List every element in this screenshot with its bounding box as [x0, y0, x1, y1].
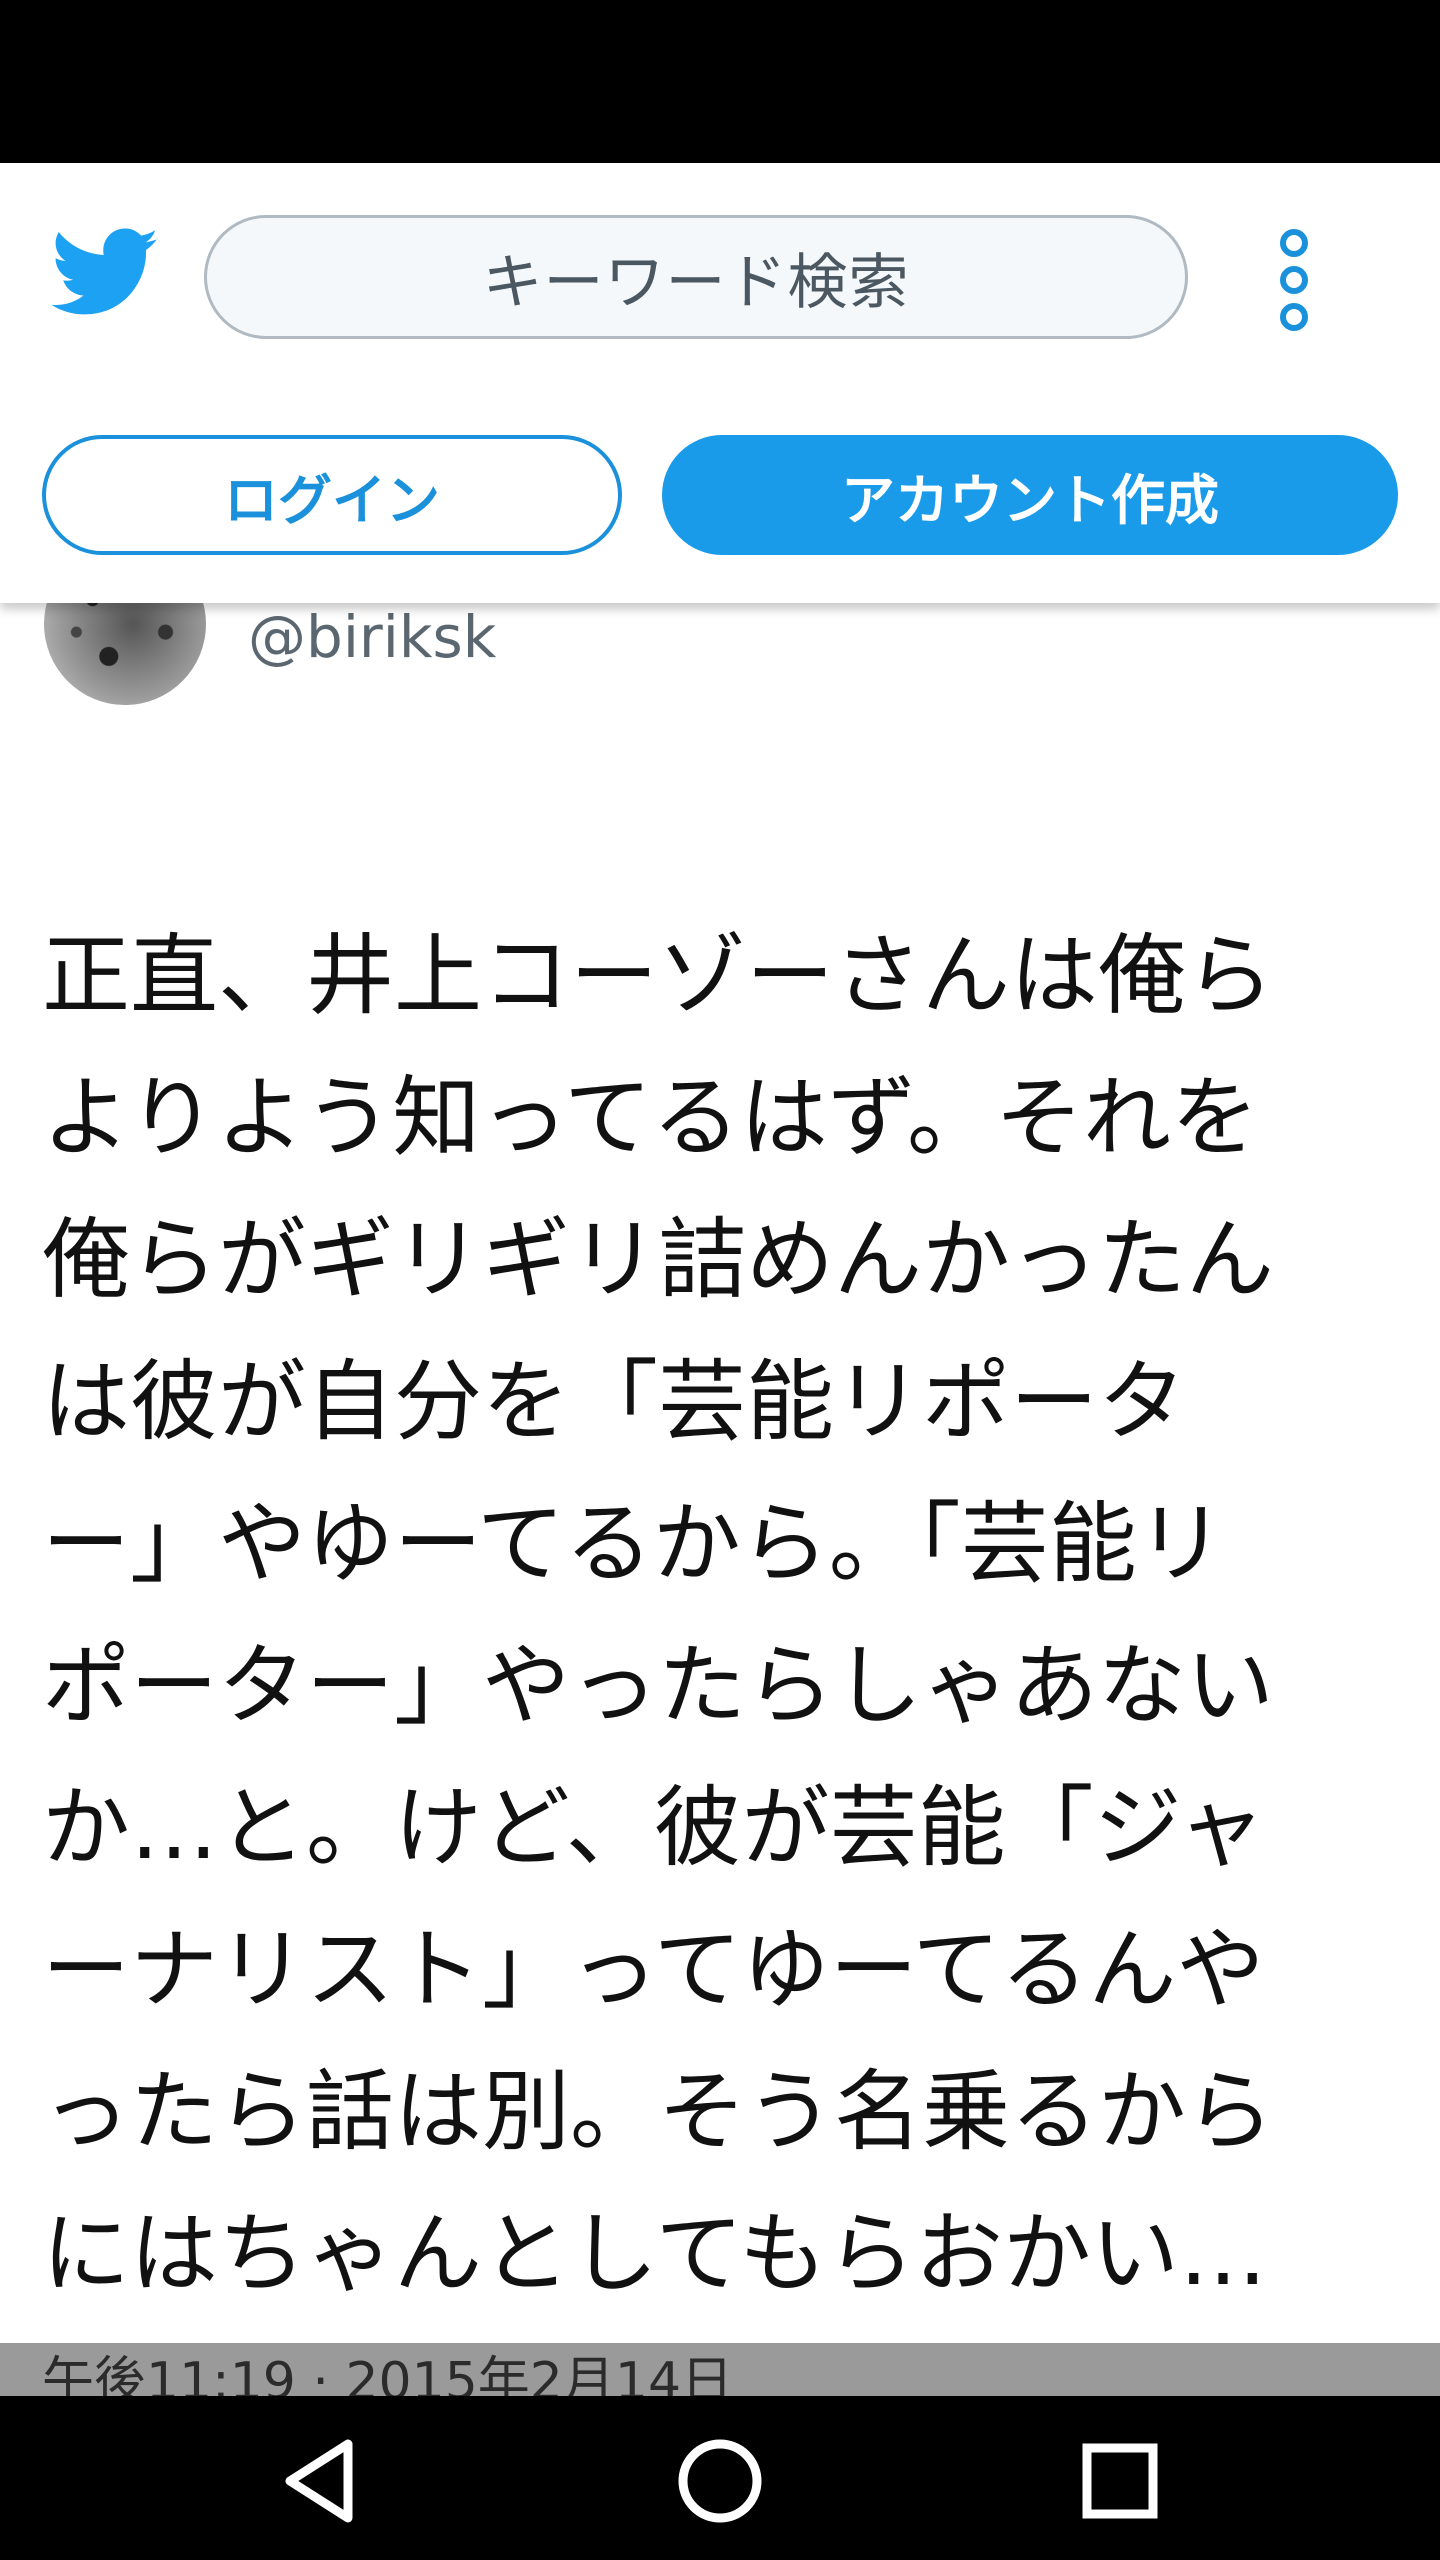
- tweet-text-line: ー」やゆーてるから。「芸能リ: [42, 1492, 1225, 1595]
- tweet-text-line: ポーター」やったらしゃあない: [42, 1634, 1275, 1737]
- tweet-text-line: よりよう知ってるはず。それを: [42, 1066, 1260, 1169]
- back-triangle-icon[interactable]: [265, 2426, 375, 2536]
- more-vertical-icon[interactable]: [1274, 225, 1314, 335]
- tweet-page: キーワード検索 ログイン アカウント作成 @biriksk 正直、井上コーゾーさ…: [0, 163, 1440, 2396]
- status-bar: [0, 0, 1440, 163]
- tweet-text-line: ーナリスト」ってゆーてるんや: [42, 1918, 1265, 2021]
- search-input[interactable]: キーワード検索: [204, 215, 1188, 339]
- tweet-text-line: は彼が自分を「芸能リポータ: [42, 1350, 1187, 1453]
- tweet-text-line: ったら話は別。そう名乗るから: [42, 2060, 1275, 2163]
- recents-square-icon[interactable]: [1065, 2426, 1175, 2536]
- tweet-text-line: か…と。けど、彼が芸能「ジャ: [42, 1776, 1266, 1879]
- site-header: キーワード検索 ログイン アカウント作成: [0, 163, 1440, 603]
- tweet-timestamp[interactable]: 午後11:19 · 2015年2月14日: [42, 2347, 733, 2396]
- user-handle[interactable]: @biriksk: [248, 603, 496, 671]
- tweet-text-line: 俺らがギリギリ詰めんかったん: [42, 1208, 1275, 1311]
- tweet-text-line: にはちゃんとしてもらおかい…: [42, 2202, 1267, 2305]
- home-circle-icon[interactable]: [665, 2426, 775, 2536]
- twitter-bird-icon[interactable]: [51, 227, 160, 319]
- timestamp-bar: 午後11:19 · 2015年2月14日: [0, 2343, 1440, 2396]
- signup-button[interactable]: アカウント作成: [662, 435, 1398, 555]
- tweet-text-line: 正直、井上コーゾーさんは俺ら: [42, 924, 1275, 1027]
- tweet-text: 正直、井上コーゾーさんは俺ら よりよう知ってるはず。それを 俺らがギリギリ詰めん…: [42, 905, 1412, 2396]
- login-button[interactable]: ログイン: [42, 435, 622, 555]
- android-nav-bar: [0, 2396, 1440, 2560]
